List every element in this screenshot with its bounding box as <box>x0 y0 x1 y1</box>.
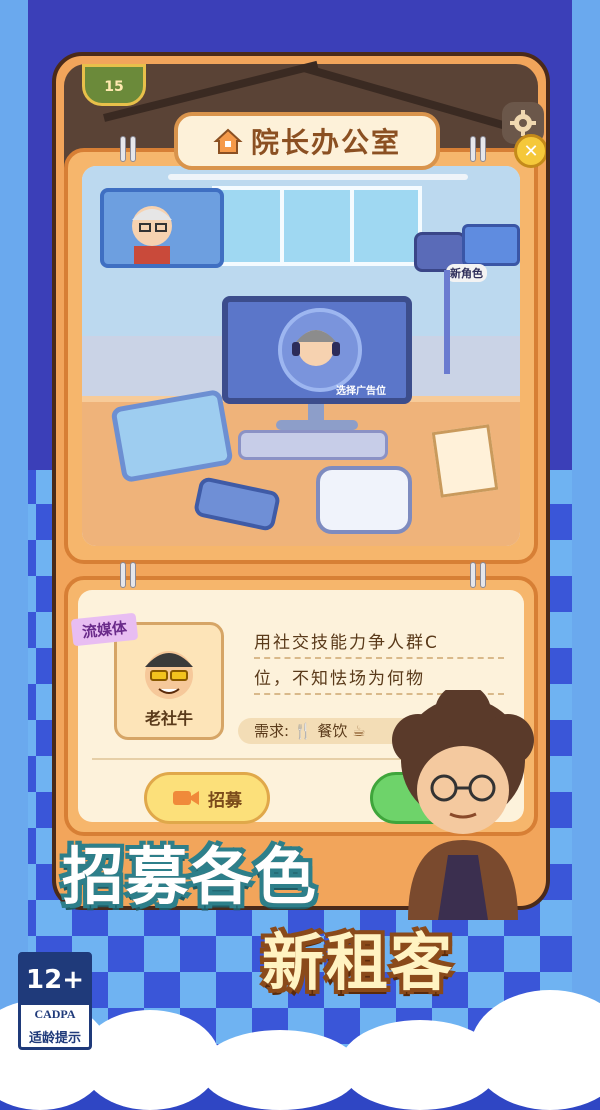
page-title: 院长办公室 <box>250 126 401 159</box>
window-bar <box>280 190 284 262</box>
keyboard[interactable] <box>238 430 388 460</box>
new-character-frame[interactable] <box>462 224 520 266</box>
wanted-poster[interactable] <box>431 424 499 498</box>
binder-rings <box>120 136 138 162</box>
slogan-line-2: 新租客 <box>262 926 455 999</box>
computer-monitor[interactable]: 选择广告位 <box>222 296 412 404</box>
binder-rings <box>470 562 488 588</box>
sunglasses-man-icon <box>145 651 193 699</box>
need-label: 需求: <box>254 722 290 740</box>
level-badge: 15 <box>82 64 146 106</box>
side-stripe-left <box>0 0 28 1066</box>
side-stripe-right <box>572 0 600 1066</box>
window-bar <box>350 190 354 262</box>
character-name: 老社牛 <box>144 709 193 728</box>
cloud <box>200 1030 360 1110</box>
recruit-label: 招募 <box>208 790 242 811</box>
select-ad-label[interactable]: 选择广告位 <box>336 382 386 397</box>
new-character-label[interactable]: 新角色 <box>446 264 487 282</box>
need-item: 餐饮 <box>317 722 348 740</box>
desk-telephone[interactable] <box>316 466 412 534</box>
headset-grandma-icon <box>292 330 340 366</box>
description-line-1: 用社交技能力争人群C <box>254 628 504 659</box>
age-rating-org: CADPA <box>34 1007 76 1021</box>
curtain-rod <box>168 174 468 180</box>
director-portrait-frame[interactable] <box>100 188 224 268</box>
recruit-button[interactable]: 招募 <box>144 772 270 824</box>
gear-icon <box>510 110 536 136</box>
old-man-icon <box>132 206 172 264</box>
title-tab: 院长办公室 <box>174 112 440 170</box>
video-camera-icon <box>173 791 199 805</box>
close-button[interactable]: ✕ <box>514 134 546 168</box>
age-rating: 12+ <box>21 955 89 1005</box>
window <box>212 186 422 266</box>
cloud <box>80 1010 220 1110</box>
house-icon <box>213 128 243 154</box>
age-rating-badge: 12+ CADPA 适龄提示 <box>18 952 92 1050</box>
monitor-base <box>276 420 358 430</box>
binder-rings <box>470 136 488 162</box>
close-icon: ✕ <box>523 140 539 162</box>
tripod <box>444 270 450 374</box>
age-rating-note: 适龄提示 <box>28 1031 81 1046</box>
fork-knife-icon: 🍴 <box>293 722 313 740</box>
streamer-avatar <box>278 308 362 392</box>
grandma-character <box>392 690 534 920</box>
office-scene: 新角色 选择广告位 <box>82 166 520 546</box>
office-panel: 新角色 选择广告位 <box>64 148 538 564</box>
binder-rings <box>120 562 138 588</box>
slogan-line-1: 招募各色 <box>62 840 319 913</box>
teapot-icon: ☕ <box>352 722 366 740</box>
